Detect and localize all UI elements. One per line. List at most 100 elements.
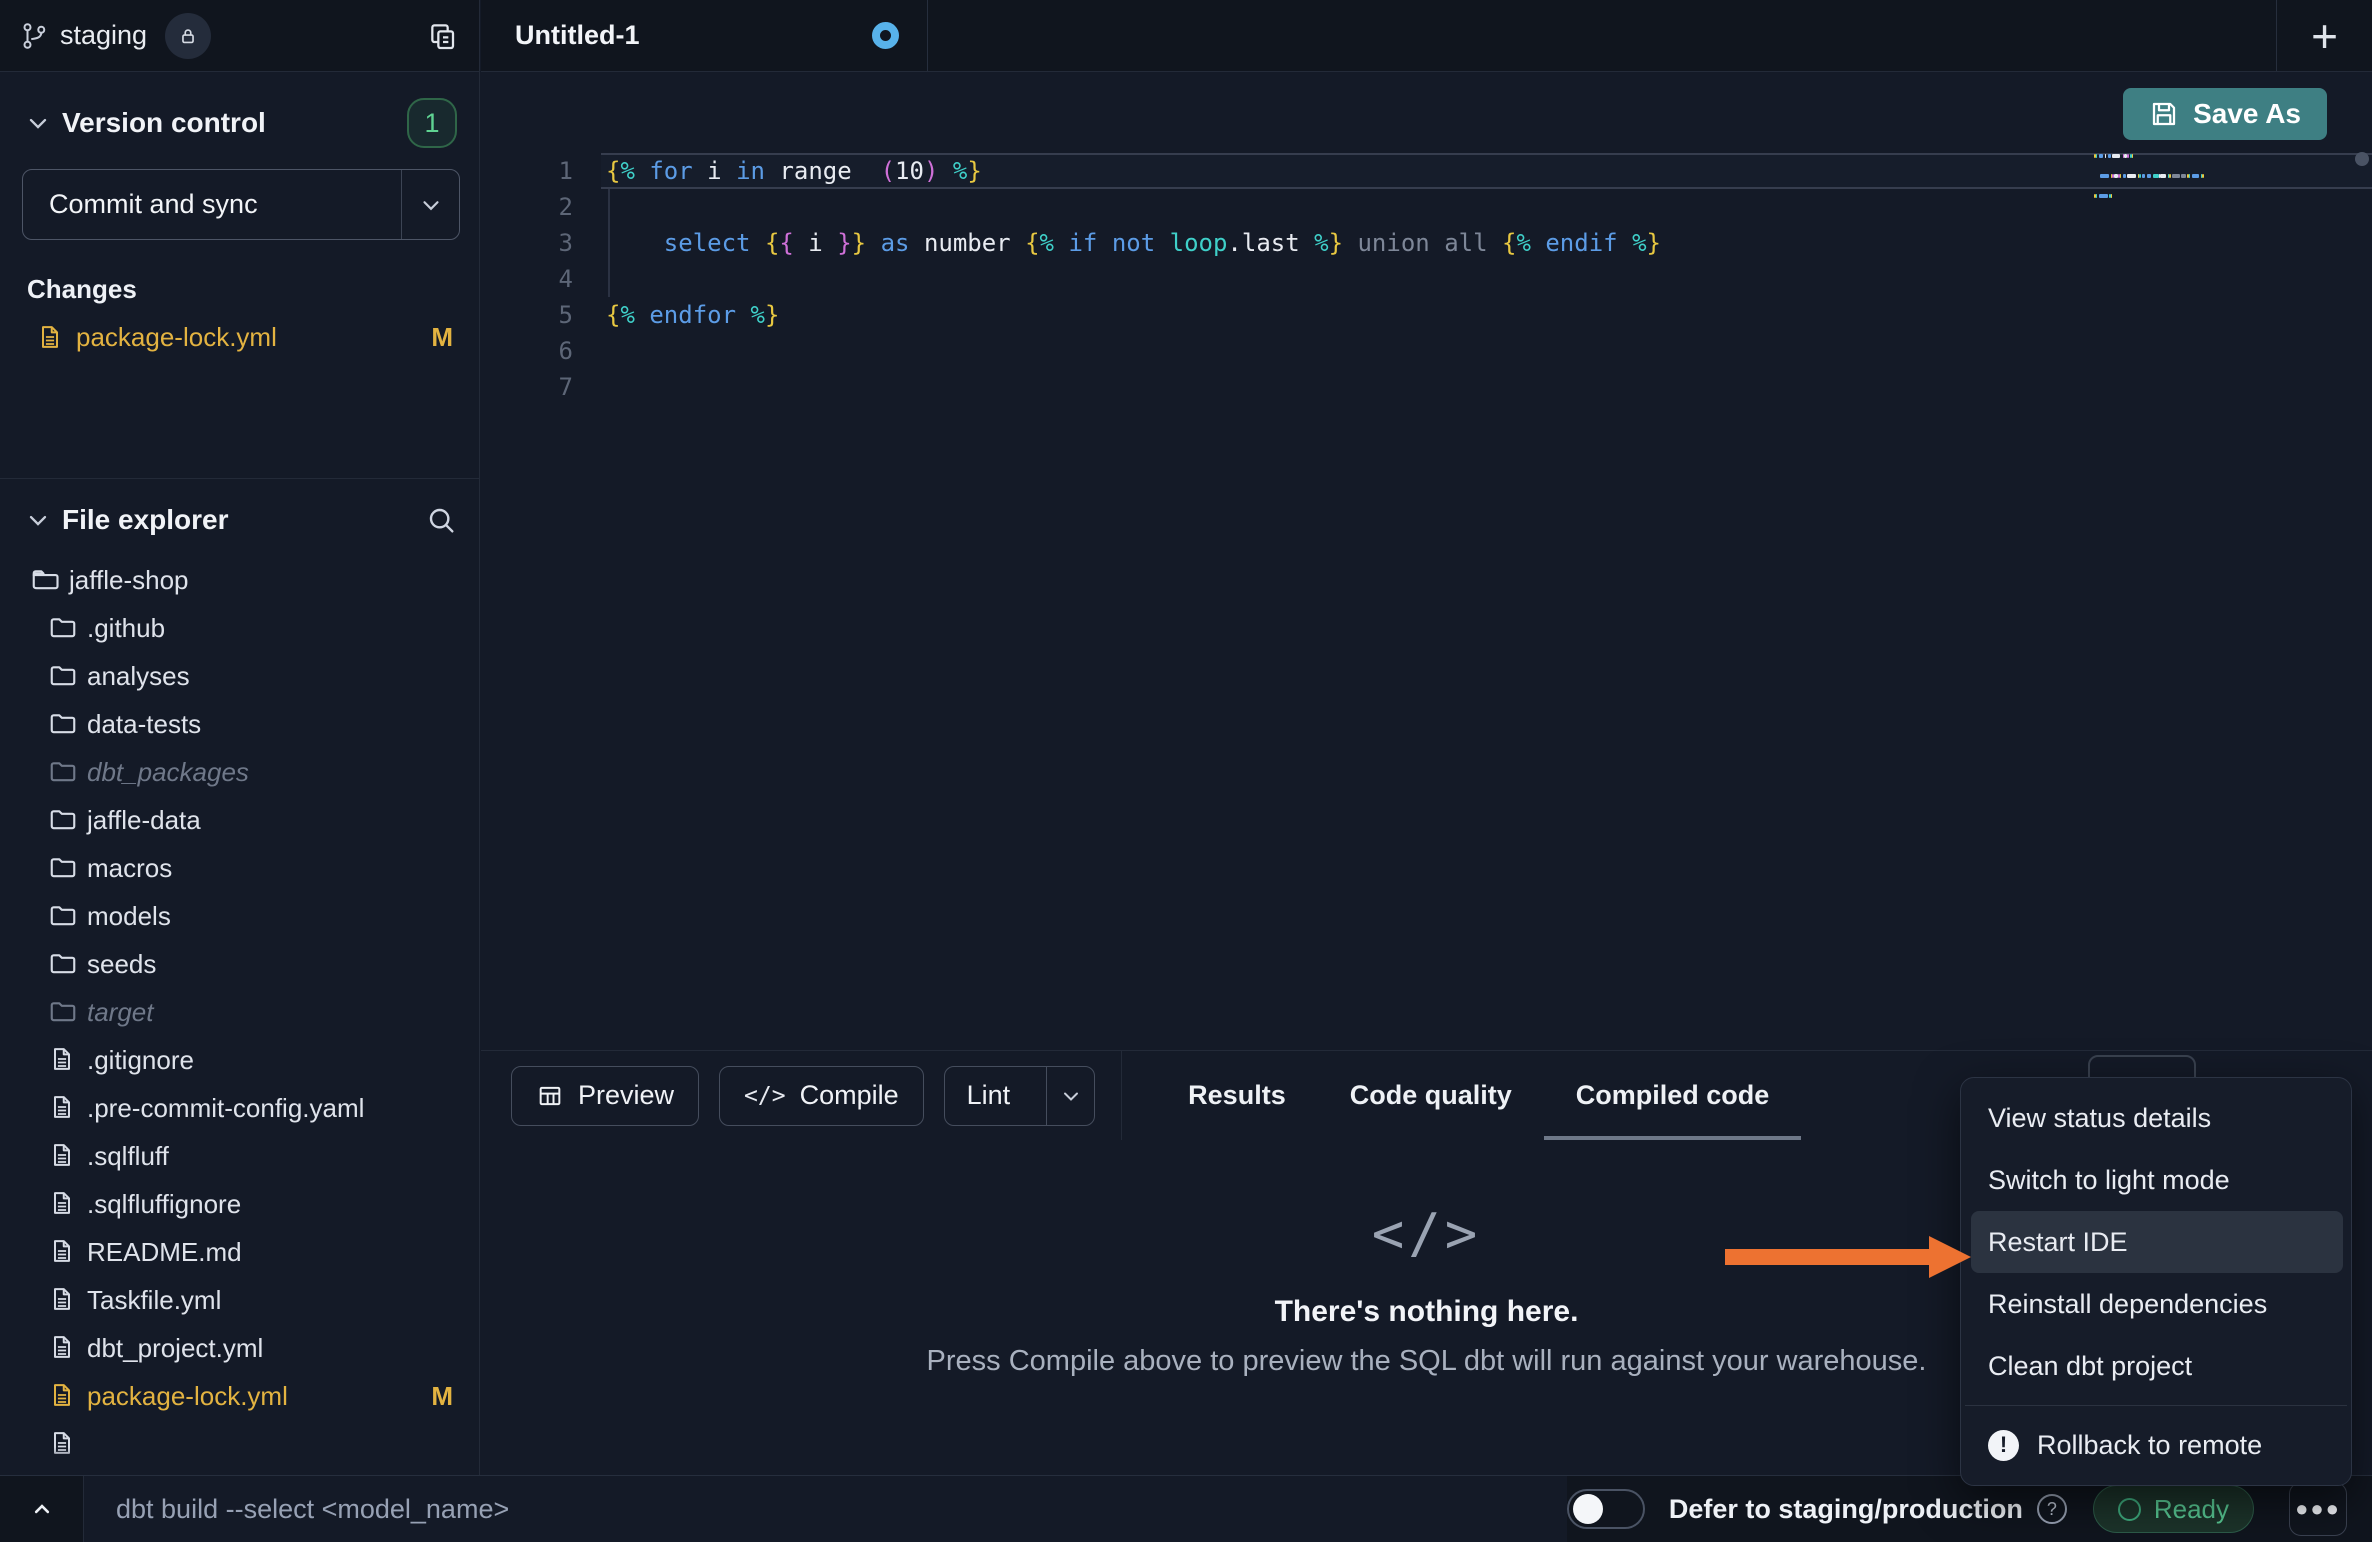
tree-item-label: data-tests bbox=[87, 709, 201, 740]
tree-item-label: analyses bbox=[87, 661, 190, 692]
tree-item-label: target bbox=[87, 997, 154, 1028]
tree-item-seeds[interactable]: seeds bbox=[0, 940, 479, 988]
line-number: 2 bbox=[481, 189, 601, 225]
modified-badge: M bbox=[431, 322, 453, 353]
tree-item-data-tests[interactable]: data-tests bbox=[0, 700, 479, 748]
table-icon bbox=[536, 1082, 564, 1110]
tree-item-sqlfluffignore[interactable]: .sqlfluffignore bbox=[0, 1180, 479, 1228]
tree-item-macros[interactable]: macros bbox=[0, 844, 479, 892]
commit-options-chevron[interactable] bbox=[401, 170, 459, 239]
tree-item-package-lock-yml[interactable]: package-lock.ymlM bbox=[0, 1372, 479, 1420]
tree-item-sqlfluff[interactable]: .sqlfluff bbox=[0, 1132, 479, 1180]
tree-item-github[interactable]: .github bbox=[0, 604, 479, 652]
new-tab-button[interactable]: + bbox=[2276, 0, 2372, 71]
file-explorer-section: File explorer jaffle-shop.githubanalyses… bbox=[0, 478, 479, 1475]
changed-file-row[interactable]: package-lock.yml M bbox=[0, 315, 479, 359]
defer-toggle[interactable] bbox=[1567, 1489, 1645, 1529]
line-number: 1 bbox=[481, 153, 601, 189]
git-branch-icon bbox=[20, 21, 50, 51]
code-editor[interactable]: Save As 1{% for i in range (10) %}23 sel… bbox=[481, 72, 2372, 1050]
help-icon[interactable]: ? bbox=[2037, 1494, 2067, 1524]
menu-item-clean-dbt-project[interactable]: Clean dbt project bbox=[1961, 1335, 2351, 1397]
panel-tab-compiled-code[interactable]: Compiled code bbox=[1544, 1051, 1802, 1140]
compile-button[interactable]: </> Compile bbox=[719, 1066, 924, 1126]
copy-icon[interactable] bbox=[427, 20, 459, 52]
menu-item-reinstall-dependencies[interactable]: Reinstall dependencies bbox=[1961, 1273, 2351, 1335]
chevron-down-icon[interactable] bbox=[24, 109, 52, 137]
unsaved-dot-icon bbox=[872, 22, 899, 49]
menu-item-view-status-details[interactable]: View status details bbox=[1961, 1087, 2351, 1149]
preview-button[interactable]: Preview bbox=[511, 1066, 699, 1126]
tree-item-taskfile-yml[interactable]: Taskfile.yml bbox=[0, 1276, 479, 1324]
ready-label: Ready bbox=[2154, 1494, 2229, 1525]
menu-item-label: Restart IDE bbox=[1988, 1227, 2128, 1258]
code-line-3[interactable]: 3 select {{ i }} as number {% if not loo… bbox=[481, 225, 2372, 261]
arrow-head bbox=[1929, 1236, 1971, 1278]
editor-tab-bar: Untitled-1 + bbox=[481, 0, 2372, 72]
chevron-down-icon[interactable] bbox=[24, 506, 52, 534]
collapse-chevron-up-icon[interactable] bbox=[0, 1476, 84, 1542]
ready-status-button[interactable]: Ready bbox=[2093, 1485, 2254, 1533]
code-line-1[interactable]: 1{% for i in range (10) %} bbox=[481, 153, 2372, 189]
search-icon[interactable] bbox=[425, 504, 457, 536]
folder-icon bbox=[48, 853, 78, 883]
code-line-2[interactable]: 2 bbox=[481, 189, 2372, 225]
tree-item-dbt-project-yml[interactable]: dbt_project.yml bbox=[0, 1324, 479, 1372]
tab-untitled-1[interactable]: Untitled-1 bbox=[481, 0, 928, 71]
line-number: 7 bbox=[481, 369, 601, 405]
code-line-5[interactable]: 5{% endfor %} bbox=[481, 297, 2372, 333]
tree-item-target[interactable]: target bbox=[0, 988, 479, 1036]
menu-item-rollback-to-remote[interactable]: ! Rollback to remote bbox=[1961, 1414, 2351, 1476]
defer-label: Defer to staging/production bbox=[1669, 1494, 2023, 1525]
tree-item-readme-md[interactable]: README.md bbox=[0, 1228, 479, 1276]
modified-badge: M bbox=[431, 1381, 453, 1412]
code-line-6[interactable]: 6 bbox=[481, 333, 2372, 369]
tree-item-jaffle-shop[interactable]: jaffle-shop bbox=[0, 556, 479, 604]
tree-item-pre-commit-config-yaml[interactable]: .pre-commit-config.yaml bbox=[0, 1084, 479, 1132]
commit-and-sync-label: Commit and sync bbox=[23, 189, 401, 220]
panel-tab-results[interactable]: Results bbox=[1156, 1051, 1318, 1140]
branch-selector[interactable]: staging bbox=[20, 13, 211, 59]
line-number: 6 bbox=[481, 333, 601, 369]
indent-guide bbox=[608, 189, 610, 297]
lint-button[interactable]: Lint bbox=[944, 1066, 1096, 1126]
status-circle-icon bbox=[2118, 1498, 2141, 1521]
panel-tabs: ResultsCode qualityCompiled code bbox=[1122, 1051, 1801, 1140]
code-line-4[interactable]: 4 bbox=[481, 261, 2372, 297]
version-control-title: Version control bbox=[62, 107, 266, 139]
tree-item-label: dbt_project.yml bbox=[87, 1333, 263, 1364]
code-lines[interactable]: 1{% for i in range (10) %}23 select {{ i… bbox=[481, 153, 2372, 405]
tree-item-label: jaffle-shop bbox=[69, 565, 189, 596]
alert-icon: ! bbox=[1988, 1430, 2019, 1461]
editor-scrollbar[interactable] bbox=[2355, 152, 2369, 166]
more-options-button[interactable]: ●●● bbox=[2289, 1482, 2347, 1536]
tree-item-gitignore[interactable]: .gitignore bbox=[0, 1036, 479, 1084]
tree-item-label: macros bbox=[87, 853, 172, 884]
tree-item-models[interactable]: models bbox=[0, 892, 479, 940]
lint-options-chevron[interactable] bbox=[1046, 1067, 1094, 1125]
tree-item-clipped[interactable] bbox=[0, 1420, 479, 1468]
menu-item-switch-to-light-mode[interactable]: Switch to light mode bbox=[1961, 1149, 2351, 1211]
tree-item-dbt-packages[interactable]: dbt_packages bbox=[0, 748, 479, 796]
file-icon bbox=[48, 1093, 78, 1123]
menu-item-label: Switch to light mode bbox=[1988, 1165, 2230, 1196]
file-icon bbox=[48, 1237, 78, 1267]
command-input[interactable]: dbt build --select <model_name> bbox=[84, 1476, 1567, 1542]
tree-item-jaffle-data[interactable]: jaffle-data bbox=[0, 796, 479, 844]
tree-item-analyses[interactable]: analyses bbox=[0, 652, 479, 700]
menu-item-restart-ide[interactable]: Restart IDE bbox=[1971, 1211, 2343, 1273]
file-icon bbox=[48, 1285, 78, 1315]
tree-item-label: Taskfile.yml bbox=[87, 1285, 221, 1316]
tree-item-label: README.md bbox=[87, 1237, 242, 1268]
save-as-button[interactable]: Save As bbox=[2123, 88, 2327, 140]
code-brackets-icon: </> bbox=[744, 1083, 786, 1109]
file-icon bbox=[48, 1333, 78, 1363]
code-line-7[interactable]: 7 bbox=[481, 369, 2372, 405]
folder-icon bbox=[48, 709, 78, 739]
commit-and-sync-button[interactable]: Commit and sync bbox=[22, 169, 460, 240]
panel-tab-code-quality[interactable]: Code quality bbox=[1318, 1051, 1544, 1140]
menu-divider bbox=[1965, 1405, 2347, 1406]
menu-item-label: Rollback to remote bbox=[2037, 1430, 2262, 1461]
minimap[interactable] bbox=[2094, 154, 2324, 224]
tree-item-label: .pre-commit-config.yaml bbox=[87, 1093, 364, 1124]
